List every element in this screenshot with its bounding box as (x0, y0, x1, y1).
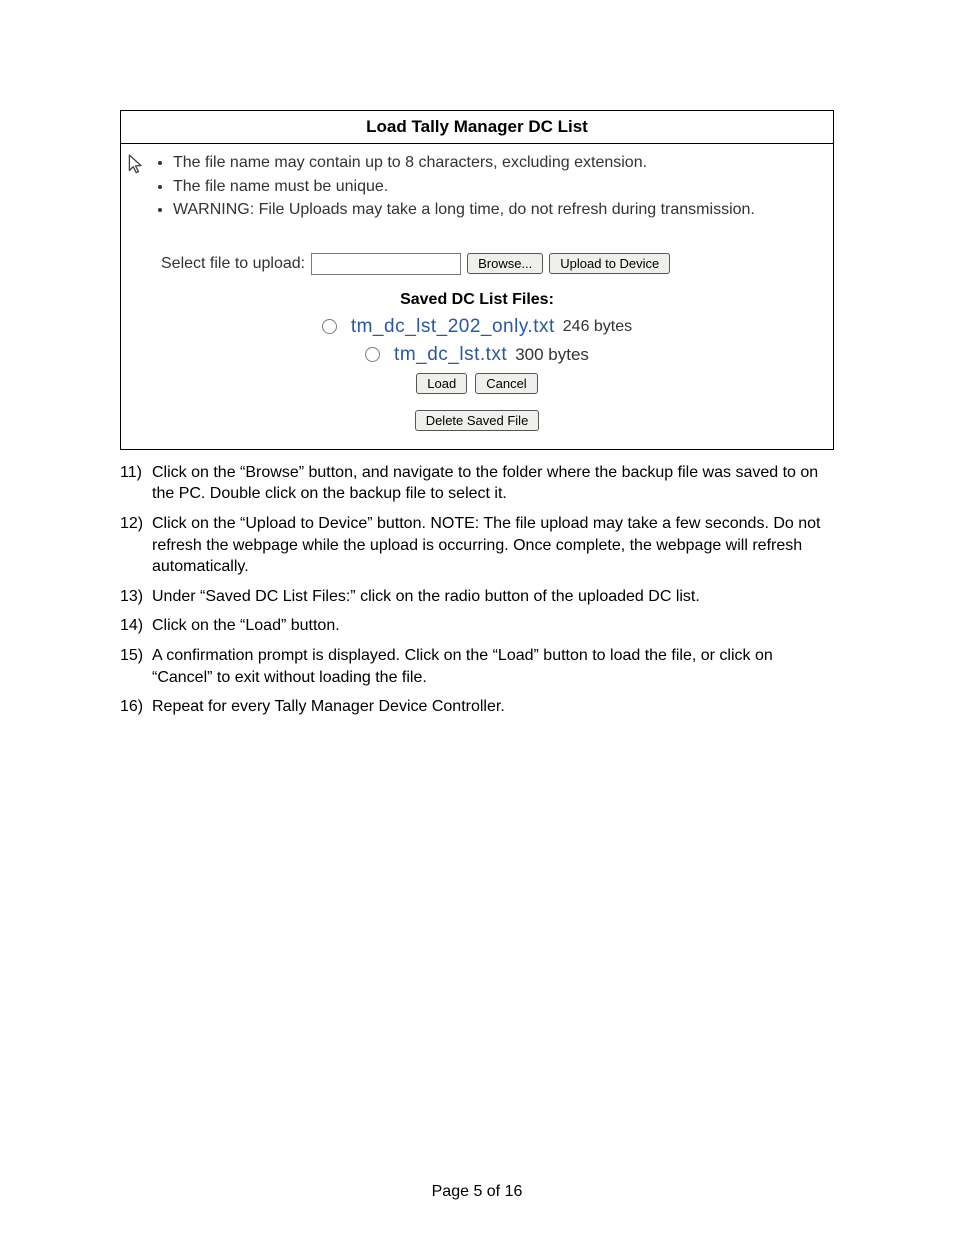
note-bullet: WARNING: File Uploads may take a long ti… (173, 199, 755, 221)
instruction-number: 16) (120, 696, 146, 718)
instruction-number: 11) (120, 462, 146, 505)
page-footer: Page 5 of 16 (0, 1183, 954, 1201)
instructions-list: 11) Click on the “Browse” button, and na… (120, 462, 834, 718)
load-dc-list-panel: Load Tally Manager DC List The file name… (120, 110, 834, 450)
instruction-text: Under “Saved DC List Files:” click on th… (152, 586, 700, 608)
cancel-button[interactable]: Cancel (475, 373, 537, 394)
saved-files-heading: Saved DC List Files: (141, 291, 813, 309)
instruction-item: 11) Click on the “Browse” button, and na… (120, 462, 834, 505)
file-radio[interactable] (322, 319, 337, 334)
instruction-number: 12) (120, 513, 146, 578)
instruction-number: 14) (120, 615, 146, 637)
instruction-item: 15) A confirmation prompt is displayed. … (120, 645, 834, 688)
instruction-item: 12) Click on the “Upload to Device” butt… (120, 513, 834, 578)
saved-file-row: tm_dc_lst.txt 300 bytes (141, 341, 813, 369)
instruction-item: 14) Click on the “Load” button. (120, 615, 834, 637)
load-button[interactable]: Load (416, 373, 467, 394)
panel-title: Load Tally Manager DC List (121, 111, 833, 144)
note-bullet-list: The file name may contain up to 8 charac… (153, 152, 755, 223)
file-size: 300 bytes (515, 345, 589, 365)
instruction-text: Click on the “Browse” button, and naviga… (152, 462, 834, 505)
saved-file-row: tm_dc_lst_202_only.txt 246 bytes (141, 313, 813, 341)
file-name-link[interactable]: tm_dc_lst_202_only.txt (351, 316, 555, 338)
instruction-text: Click on the “Load” button. (152, 615, 340, 637)
file-size: 246 bytes (563, 318, 632, 336)
file-name-link[interactable]: tm_dc_lst.txt (394, 344, 507, 366)
cursor-icon (127, 152, 147, 181)
instruction-text: A confirmation prompt is displayed. Clic… (152, 645, 834, 688)
instruction-item: 13) Under “Saved DC List Files:” click o… (120, 586, 834, 608)
instruction-number: 13) (120, 586, 146, 608)
delete-saved-file-button[interactable]: Delete Saved File (415, 410, 540, 431)
instruction-text: Click on the “Upload to Device” button. … (152, 513, 834, 578)
note-bullet: The file name must be unique. (173, 176, 755, 198)
browse-button[interactable]: Browse... (467, 253, 543, 274)
upload-to-device-button[interactable]: Upload to Device (549, 253, 670, 274)
file-radio[interactable] (365, 347, 380, 362)
instruction-text: Repeat for every Tally Manager Device Co… (152, 696, 505, 718)
instruction-number: 15) (120, 645, 146, 688)
file-path-input[interactable] (311, 253, 461, 275)
note-bullet: The file name may contain up to 8 charac… (173, 152, 755, 174)
instruction-item: 16) Repeat for every Tally Manager Devic… (120, 696, 834, 718)
upload-label: Select file to upload: (161, 255, 305, 273)
